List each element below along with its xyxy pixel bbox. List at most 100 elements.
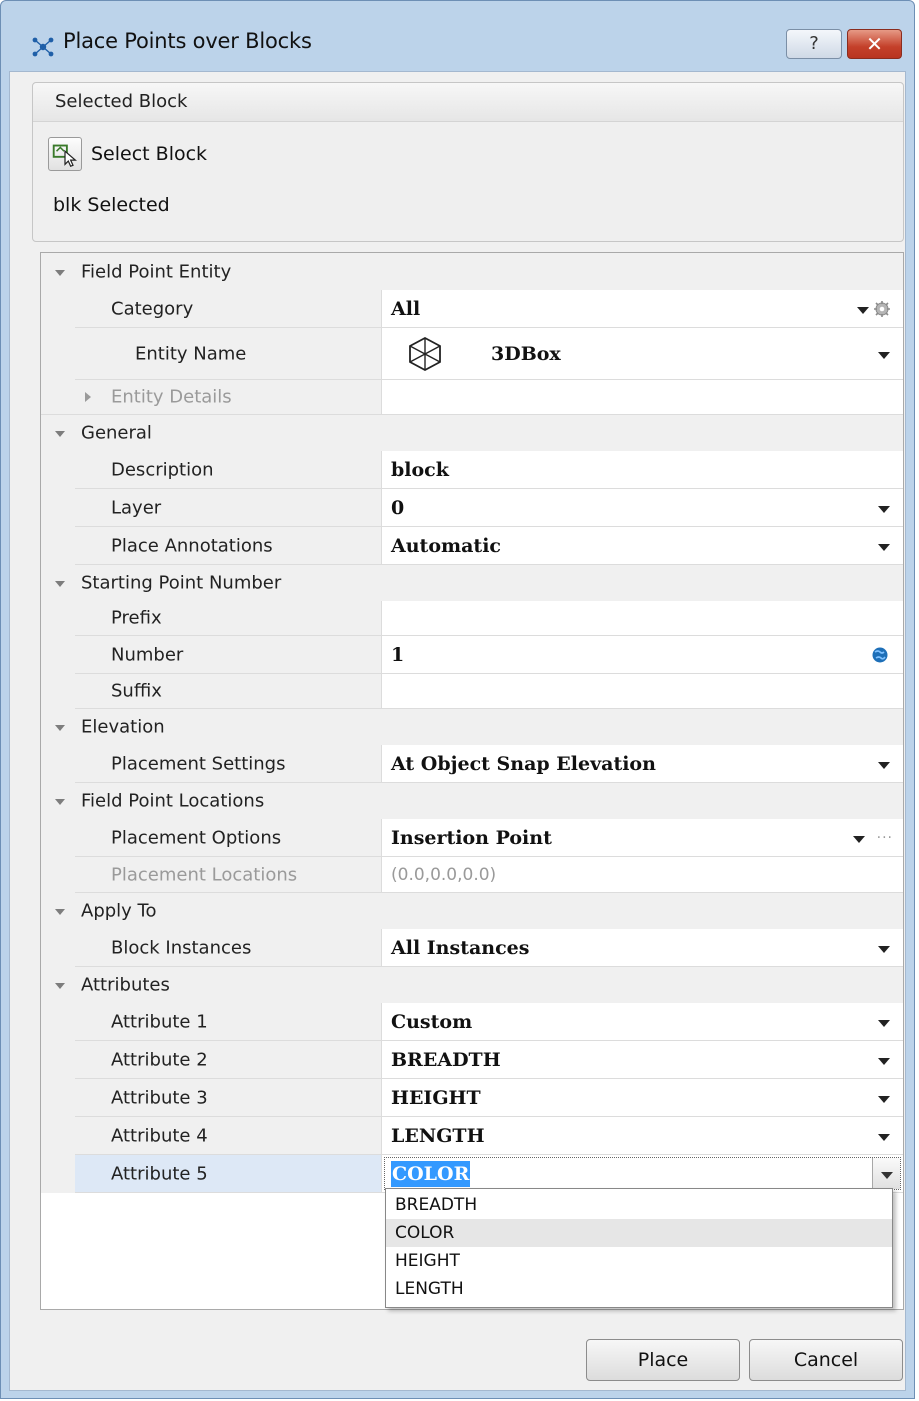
property-label: Description: [111, 459, 214, 480]
attribute-2-value-cell[interactable]: BREADTH: [382, 1041, 903, 1079]
property-label: Place Annotations: [111, 535, 273, 556]
select-block-button[interactable]: [48, 137, 82, 171]
property-value: At Object Snap Elevation: [391, 752, 656, 775]
suffix-value-cell[interactable]: [382, 674, 903, 709]
property-label: Attribute 5: [111, 1163, 208, 1184]
property-entity-details[interactable]: Entity Details: [41, 380, 903, 415]
property-name-cell: Place Annotations: [75, 527, 382, 565]
property-label: Attribute 1: [111, 1011, 208, 1032]
property-grid: Field Point Entity Category All Entity N…: [40, 252, 904, 1310]
dropdown-arrow-icon[interactable]: [878, 1133, 890, 1141]
collapse-arrow-icon[interactable]: [55, 983, 65, 989]
property-value: block: [391, 458, 449, 481]
property-name-cell: Prefix: [75, 601, 382, 636]
category-field-point-locations[interactable]: Field Point Locations: [41, 783, 903, 819]
property-value: HEIGHT: [391, 1086, 481, 1109]
expand-arrow-icon[interactable]: [85, 392, 91, 402]
collapse-arrow-icon[interactable]: [55, 581, 65, 587]
dropdown-arrow-icon[interactable]: [878, 505, 890, 513]
collapse-arrow-icon[interactable]: [55, 725, 65, 731]
collapse-arrow-icon[interactable]: [55, 431, 65, 437]
attribute-3-value-cell[interactable]: HEIGHT: [382, 1079, 903, 1117]
property-suffix[interactable]: Suffix: [41, 674, 903, 709]
dropdown-arrow-icon[interactable]: [878, 1019, 890, 1027]
property-prefix[interactable]: Prefix: [41, 601, 903, 636]
number-value-cell[interactable]: 1: [382, 636, 903, 674]
attribute-5-combobox[interactable]: COLOR: [384, 1157, 901, 1190]
dropdown-arrow-icon[interactable]: [878, 1095, 890, 1103]
property-attribute-4[interactable]: Attribute 4 LENGTH: [41, 1117, 903, 1155]
property-place-annotations[interactable]: Place Annotations Automatic: [41, 527, 903, 565]
cancel-button[interactable]: Cancel: [749, 1339, 903, 1381]
category-field-point-entity[interactable]: Field Point Entity: [41, 253, 903, 290]
dropdown-arrow-icon[interactable]: [878, 351, 890, 359]
placement-options-value-cell[interactable]: Insertion Point ···: [382, 819, 903, 857]
attribute-1-value-cell[interactable]: Custom: [382, 1003, 903, 1041]
block-instances-value-cell[interactable]: All Instances: [382, 929, 903, 967]
combobox-dropdown-button[interactable]: [872, 1158, 900, 1189]
layer-value-cell[interactable]: 0: [382, 489, 903, 527]
help-button[interactable]: ?: [786, 29, 842, 59]
combobox-selected-text[interactable]: COLOR: [391, 1161, 471, 1187]
property-name-cell: Layer: [75, 489, 382, 527]
placement-settings-value-cell[interactable]: At Object Snap Elevation: [382, 745, 903, 783]
prefix-value-cell[interactable]: [382, 601, 903, 636]
collapse-arrow-icon[interactable]: [55, 799, 65, 805]
property-name-cell: Block Instances: [75, 929, 382, 967]
category-value-cell[interactable]: All: [382, 290, 903, 328]
description-value-cell[interactable]: block: [382, 451, 903, 489]
attribute-4-value-cell[interactable]: LENGTH: [382, 1117, 903, 1155]
dropdown-arrow-icon[interactable]: [878, 1057, 890, 1065]
category-title: General: [81, 422, 152, 444]
property-value: 0: [391, 496, 405, 519]
3d-box-icon: [409, 336, 441, 371]
close-button[interactable]: ✕: [847, 29, 902, 59]
dropdown-arrow-icon[interactable]: [878, 543, 890, 551]
place-button[interactable]: Place: [586, 1339, 740, 1381]
property-placement-settings[interactable]: Placement Settings At Object Snap Elevat…: [41, 745, 903, 783]
category-general[interactable]: General: [41, 415, 903, 451]
property-entity-name[interactable]: Entity Name 3DBox: [41, 328, 903, 380]
property-description[interactable]: Description block: [41, 451, 903, 489]
property-name-cell: Attribute 1: [75, 1003, 382, 1041]
property-category[interactable]: Category All: [41, 290, 903, 328]
entity-name-value-cell[interactable]: 3DBox: [382, 328, 903, 380]
property-placement-options[interactable]: Placement Options Insertion Point ···: [41, 819, 903, 857]
property-name-cell: Entity Details: [41, 380, 382, 415]
category-title: Starting Point Number: [81, 572, 282, 594]
property-name-cell: Suffix: [75, 674, 382, 709]
dropdown-option-height[interactable]: HEIGHT: [386, 1247, 892, 1275]
property-label: Placement Options: [111, 827, 282, 848]
category-title: Field Point Locations: [81, 790, 265, 812]
dropdown-arrow-icon[interactable]: [878, 761, 890, 769]
dropdown-option-length[interactable]: LENGTH: [386, 1275, 892, 1303]
category-attributes[interactable]: Attributes: [41, 967, 903, 1003]
attribute-5-dropdown-list[interactable]: BREADTH COLOR HEIGHT LENGTH: [385, 1188, 893, 1308]
ellipsis-icon[interactable]: ···: [877, 830, 893, 846]
category-apply-to[interactable]: Apply To: [41, 893, 903, 929]
property-number[interactable]: Number 1: [41, 636, 903, 674]
property-value: All: [391, 297, 421, 320]
property-layer[interactable]: Layer 0: [41, 489, 903, 527]
category-title: Attributes: [81, 974, 170, 996]
property-name-cell: Placement Locations: [75, 857, 382, 893]
property-value: Automatic: [391, 534, 501, 557]
select-block-label[interactable]: Select Block: [91, 143, 207, 165]
dropdown-arrow-icon[interactable]: [853, 835, 865, 843]
globe-icon[interactable]: [871, 646, 889, 664]
dropdown-option-breadth[interactable]: BREADTH: [386, 1191, 892, 1219]
collapse-arrow-icon[interactable]: [55, 909, 65, 915]
place-annotations-value-cell[interactable]: Automatic: [382, 527, 903, 565]
property-attribute-1[interactable]: Attribute 1 Custom: [41, 1003, 903, 1041]
collapse-arrow-icon[interactable]: [55, 269, 65, 276]
category-elevation[interactable]: Elevation: [41, 709, 903, 745]
dropdown-arrow-icon[interactable]: [878, 945, 890, 953]
property-attribute-3[interactable]: Attribute 3 HEIGHT: [41, 1079, 903, 1117]
category-starting-point-number[interactable]: Starting Point Number: [41, 565, 903, 601]
property-name-cell: Attribute 5: [75, 1155, 382, 1193]
property-block-instances[interactable]: Block Instances All Instances: [41, 929, 903, 967]
property-attribute-2[interactable]: Attribute 2 BREADTH: [41, 1041, 903, 1079]
dropdown-arrow-icon[interactable]: [857, 306, 869, 314]
gear-icon[interactable]: [873, 300, 891, 318]
dropdown-option-color[interactable]: COLOR: [386, 1219, 892, 1247]
